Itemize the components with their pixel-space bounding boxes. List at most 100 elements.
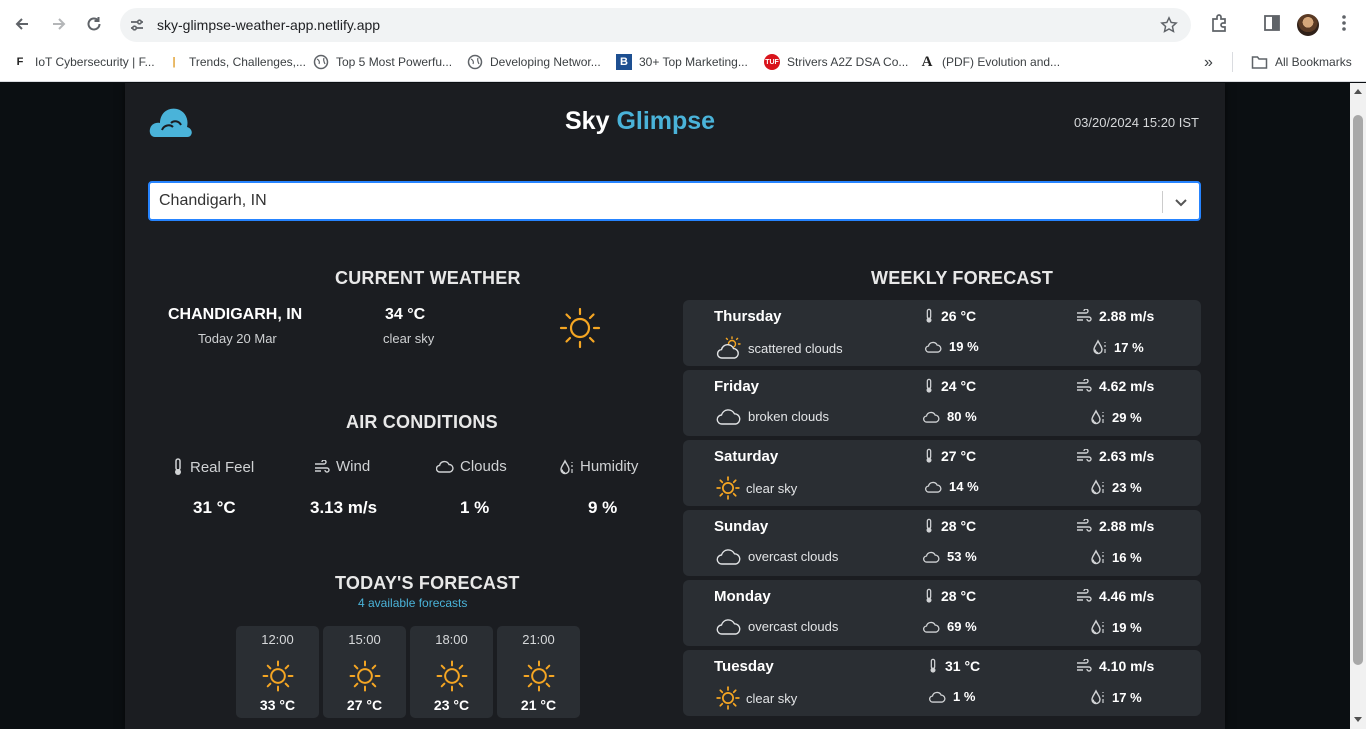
address-bar[interactable]: sky-glimpse-weather-app.netlify.app (120, 8, 1191, 42)
city-search-value[interactable]: Chandigarh, IN (159, 192, 267, 210)
brand-second-word: Glimpse (616, 107, 716, 135)
bookmark-favicon-icon: B (616, 54, 632, 70)
day-humidity: 19 % (1091, 619, 1142, 635)
day-humidity: 17 % (1091, 689, 1142, 705)
day-clouds-value: 53 % (947, 549, 977, 564)
browser-chrome: sky-glimpse-weather-app.netlify.app F Io… (0, 0, 1366, 82)
star-icon[interactable] (1160, 16, 1178, 34)
sun-icon (349, 660, 381, 692)
extensions-icon[interactable] (1209, 13, 1229, 33)
more-bookmarks-button[interactable]: » (1204, 54, 1213, 72)
air-real-feel: Real Feel 31 °C (172, 458, 292, 517)
bookmark-label: (PDF) Evolution and... (942, 55, 1061, 69)
bookmark-favicon-icon: TUF (764, 54, 780, 70)
day-condition: overcast clouds (716, 616, 838, 636)
air-value: 3.13 m/s (310, 498, 378, 517)
forward-button[interactable] (46, 11, 72, 37)
wind-icon (1077, 659, 1092, 672)
humidity-icon (1091, 619, 1104, 635)
humidity-icon (560, 458, 573, 474)
day-humidity-value: 29 % (1112, 409, 1142, 425)
day-description: clear sky (746, 690, 798, 706)
air-label: Clouds (460, 458, 507, 475)
globe-icon (467, 54, 483, 70)
current-city: CHANDIGARH, IN (168, 306, 303, 323)
thermometer-icon (926, 378, 932, 393)
partly-cloudy-icon (716, 336, 741, 359)
day-wind-value: 4.62 m/s (1099, 378, 1155, 394)
day-temp-value: 27 °C (941, 448, 977, 464)
cloud-icon (925, 341, 942, 353)
scroll-down-icon[interactable] (1354, 717, 1362, 723)
air-clouds: Clouds 1 % (436, 458, 556, 517)
air-label: Humidity (580, 458, 639, 475)
bookmarks-bar: F IoT Cybersecurity | F... | Trends, Cha… (0, 48, 1366, 76)
day-humidity: 29 % (1091, 409, 1142, 425)
hourly-forecast-card: 15:00 27 °C (323, 626, 406, 718)
air-value: 1 % (460, 498, 490, 517)
bookmark-item[interactable]: F IoT Cybersecurity | F... (12, 54, 155, 70)
menu-kebab-icon[interactable] (1336, 13, 1352, 33)
bookmark-item[interactable]: | Trends, Challenges,... (166, 54, 306, 70)
weather-app: Sky Glimpse 03/20/2024 15:20 IST Chandig… (125, 83, 1225, 729)
profile-avatar[interactable] (1297, 14, 1319, 36)
scrollbar-thumb[interactable] (1353, 115, 1363, 665)
cloud-icon (716, 549, 741, 565)
day-clouds-value: 14 % (949, 479, 979, 494)
current-date: Today 20 Mar (198, 331, 277, 346)
side-panel-icon[interactable] (1262, 13, 1282, 33)
air-value: 9 % (588, 498, 618, 517)
air-label: Wind (336, 458, 371, 475)
thermometer-icon (926, 308, 932, 323)
day-wind: 2.88 m/s (1076, 518, 1154, 534)
weekly-day-card: Monday overcast clouds 28 °C 69 % 4.46 m… (683, 580, 1201, 646)
cloud-icon (923, 551, 940, 563)
bookmark-label: Developing Networ... (490, 55, 601, 69)
thermometer-icon (926, 518, 932, 533)
hour-temp: 23 °C (433, 697, 470, 713)
wind-icon (1077, 519, 1092, 532)
hourly-forecast-card: 18:00 23 °C (410, 626, 493, 718)
all-bookmarks-button[interactable]: All Bookmarks (1251, 54, 1352, 70)
day-humidity: 23 % (1091, 479, 1142, 495)
current-description: clear sky (383, 331, 435, 346)
wind-icon (1077, 309, 1092, 322)
hour-time: 12:00 (261, 632, 294, 647)
hourly-forecast-card: 21:00 21 °C (497, 626, 580, 718)
day-clouds: 19 % (925, 339, 979, 354)
reload-icon (87, 17, 101, 31)
folder-icon (1251, 56, 1268, 69)
weekly-day-card: Saturday clear sky 27 °C 14 % 2.63 m/s 2… (683, 440, 1201, 506)
bookmark-item[interactable]: A (PDF) Evolution and... (919, 54, 1060, 70)
thermometer-icon (926, 588, 932, 603)
bookmark-item[interactable]: Top 5 Most Powerfu... (313, 54, 452, 70)
city-search-select[interactable]: Chandigarh, IN (148, 181, 1201, 221)
scroll-up-icon[interactable] (1354, 88, 1362, 94)
site-info-icon[interactable] (128, 16, 146, 34)
cloud-logo-icon (149, 108, 192, 137)
bookmark-item[interactable]: B 30+ Top Marketing... (616, 54, 748, 70)
weekly-day-card: Sunday overcast clouds 28 °C 53 % 2.88 m… (683, 510, 1201, 576)
cloud-icon (923, 411, 940, 423)
humidity-icon (1091, 549, 1104, 565)
day-wind: 2.63 m/s (1076, 448, 1154, 464)
wind-icon (1077, 379, 1092, 392)
sun-icon (436, 660, 468, 692)
wind-icon (1077, 589, 1092, 602)
back-button[interactable] (9, 11, 35, 37)
day-wind-value: 4.10 m/s (1099, 658, 1155, 674)
hourly-forecast-card: 12:00 33 °C (236, 626, 319, 718)
day-clouds: 1 % (929, 689, 975, 704)
bookmark-item[interactable]: TUF Strivers A2Z DSA Co... (764, 54, 908, 70)
chevron-down-icon[interactable] (1173, 194, 1189, 210)
day-description: clear sky (746, 480, 798, 496)
reload-button[interactable] (81, 11, 107, 37)
sun-icon (262, 660, 294, 692)
page-scrollbar[interactable] (1350, 83, 1366, 729)
bookmark-item[interactable]: Developing Networ... (467, 54, 601, 70)
day-temp: 31 °C (928, 658, 980, 674)
url-text[interactable]: sky-glimpse-weather-app.netlify.app (157, 17, 380, 33)
current-weather-title: CURRENT WEATHER (335, 268, 521, 288)
day-clouds: 53 % (923, 549, 977, 564)
todays-forecast-title: TODAY'S FORECAST (335, 573, 520, 593)
